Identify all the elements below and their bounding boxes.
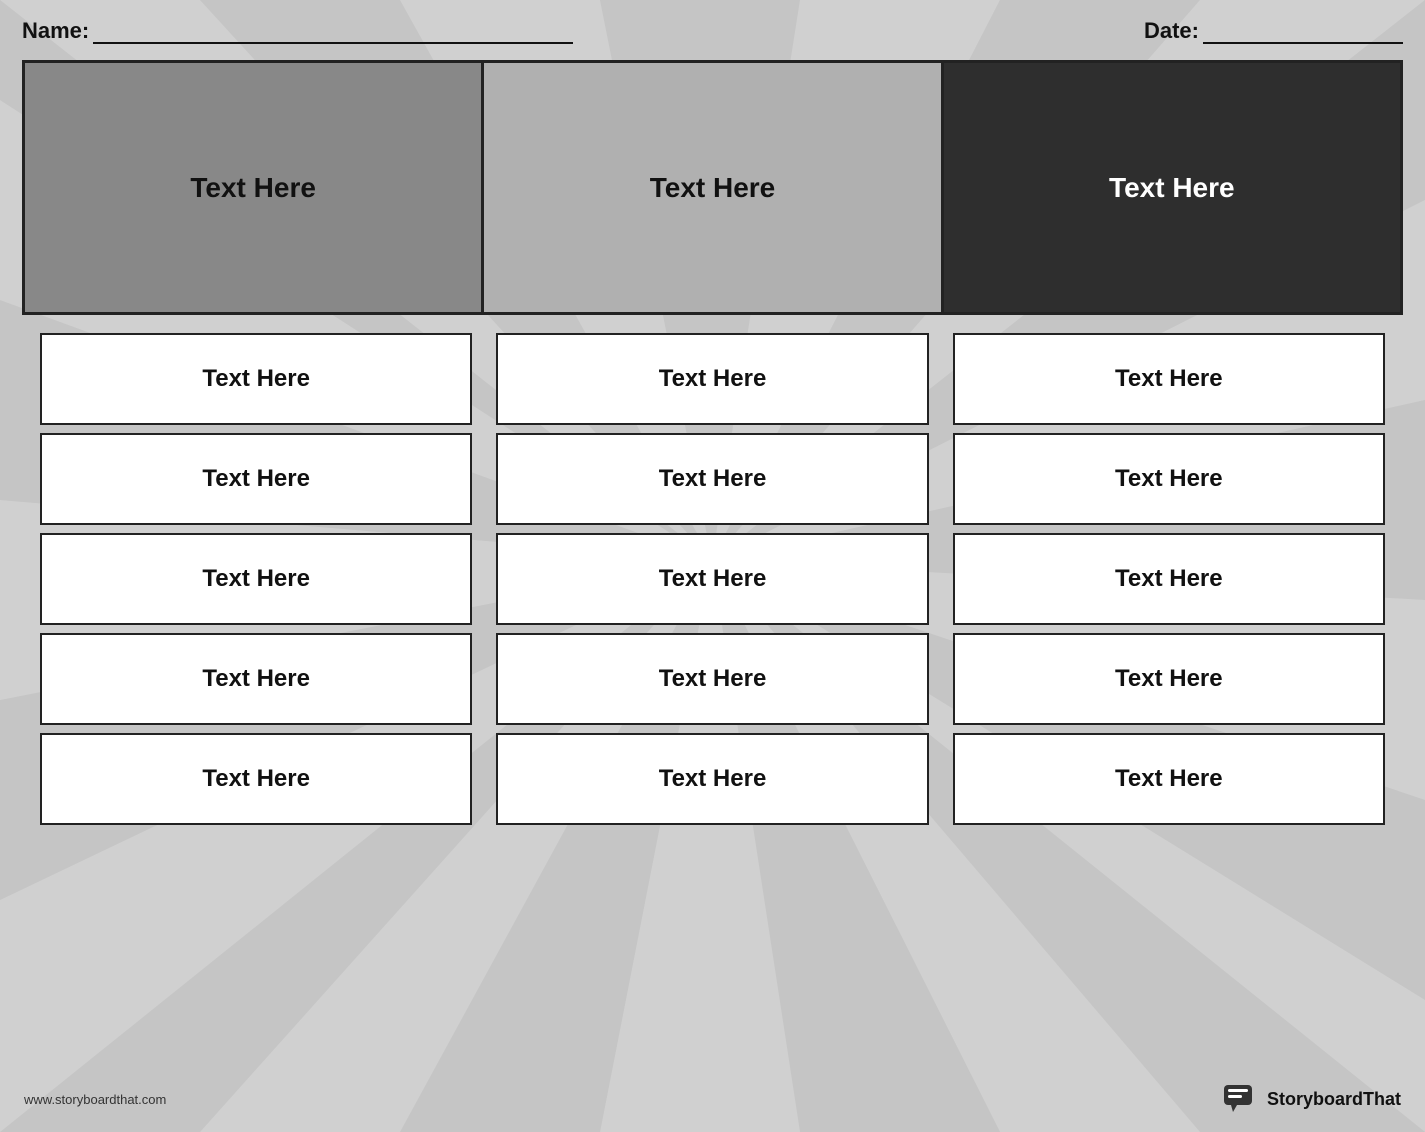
top-panel-2[interactable]: Text Here: [484, 63, 943, 312]
footer: www.storyboardthat.com StoryboardThat: [22, 1078, 1403, 1114]
cell-3-1[interactable]: Text Here: [953, 333, 1385, 425]
footer-brand: StoryboardThat: [1223, 1084, 1401, 1114]
cell-2-1[interactable]: Text Here: [496, 333, 928, 425]
bottom-grid: Text Here Text Here Text Here Text Here …: [22, 333, 1403, 1078]
name-field: Name:: [22, 18, 573, 44]
top-panel-3-text: Text Here: [1109, 172, 1235, 204]
cell-3-2-text: Text Here: [1115, 465, 1223, 493]
page-container: Name: Date: Text Here Text Here Text Her…: [0, 0, 1425, 1132]
grid-column-2: Text Here Text Here Text Here Text Here …: [484, 333, 940, 825]
cell-3-2[interactable]: Text Here: [953, 433, 1385, 525]
date-label: Date:: [1144, 18, 1199, 43]
cell-1-4[interactable]: Text Here: [40, 633, 472, 725]
footer-url: www.storyboardthat.com: [24, 1092, 166, 1107]
cell-3-5[interactable]: Text Here: [953, 733, 1385, 825]
cell-1-1-text: Text Here: [202, 365, 310, 393]
cell-2-4-text: Text Here: [659, 665, 767, 693]
cell-3-4[interactable]: Text Here: [953, 633, 1385, 725]
cell-1-2-text: Text Here: [202, 465, 310, 493]
header-row: Name: Date:: [22, 18, 1403, 54]
cell-2-3-text: Text Here: [659, 565, 767, 593]
cell-1-1[interactable]: Text Here: [40, 333, 472, 425]
cell-3-3-text: Text Here: [1115, 565, 1223, 593]
cell-1-2[interactable]: Text Here: [40, 433, 472, 525]
cell-1-4-text: Text Here: [202, 665, 310, 693]
top-panel-3[interactable]: Text Here: [944, 63, 1400, 312]
cell-3-3[interactable]: Text Here: [953, 533, 1385, 625]
grid-column-3: Text Here Text Here Text Here Text Here …: [941, 333, 1403, 825]
footer-brand-name: StoryboardThat: [1267, 1089, 1401, 1110]
cell-2-1-text: Text Here: [659, 365, 767, 393]
cell-3-4-text: Text Here: [1115, 665, 1223, 693]
cell-2-3[interactable]: Text Here: [496, 533, 928, 625]
name-label: Name:: [22, 18, 89, 43]
cell-2-2-text: Text Here: [659, 465, 767, 493]
date-field: Date:: [1144, 18, 1403, 44]
cell-2-2[interactable]: Text Here: [496, 433, 928, 525]
cell-3-1-text: Text Here: [1115, 365, 1223, 393]
cell-1-5-text: Text Here: [202, 765, 310, 793]
cell-3-5-text: Text Here: [1115, 765, 1223, 793]
cell-2-5-text: Text Here: [659, 765, 767, 793]
top-panel-1[interactable]: Text Here: [25, 63, 484, 312]
top-panel-1-text: Text Here: [190, 172, 316, 204]
top-panel-2-text: Text Here: [650, 172, 776, 204]
name-line: [93, 42, 573, 44]
grid-column-1: Text Here Text Here Text Here Text Here …: [22, 333, 484, 825]
date-line: [1203, 42, 1403, 44]
top-panels: Text Here Text Here Text Here: [22, 60, 1403, 315]
cell-2-5[interactable]: Text Here: [496, 733, 928, 825]
cell-1-5[interactable]: Text Here: [40, 733, 472, 825]
cell-1-3[interactable]: Text Here: [40, 533, 472, 625]
cell-1-3-text: Text Here: [202, 565, 310, 593]
storyboardthat-icon: [1223, 1084, 1259, 1114]
cell-2-4[interactable]: Text Here: [496, 633, 928, 725]
